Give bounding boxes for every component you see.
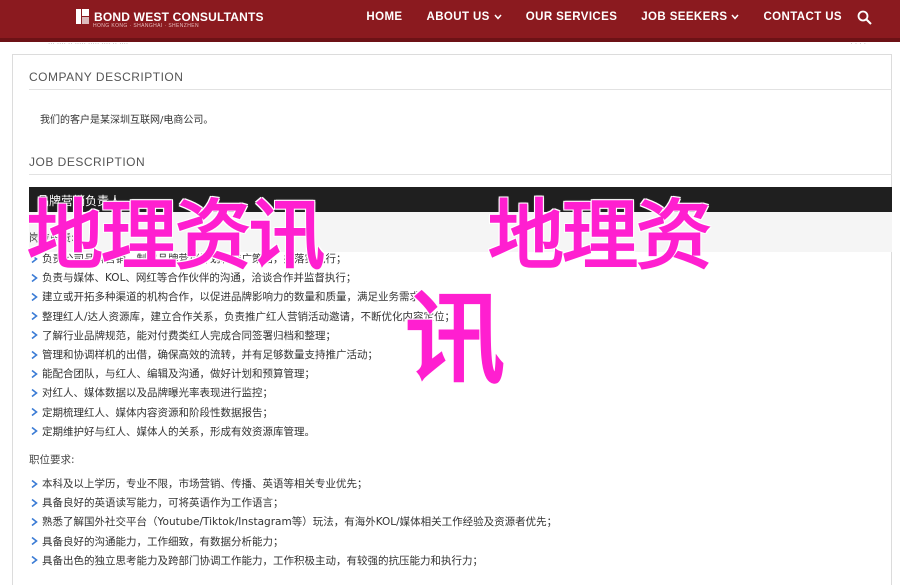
duties-list: 负责公司品牌营销，制定品牌营销计划和推广策略，并落实执行； 负责与媒体、KOL、网… [29,249,455,441]
list-item-text: 本科及以上学历，专业不限，市场营销、传播、英语等相关专业优先； [42,478,368,491]
chevron-right-icon [31,273,38,282]
list-item: 定期梳理红人、媒体内容资源和阶段性数据报告； [29,403,455,422]
divider [29,89,892,90]
list-item-text: 能配合团队，与红人、编辑及沟通，做好计划和预算管理； [42,368,315,381]
nav-contact-us-label: CONTACT US [763,11,842,23]
chevron-right-icon [31,388,38,398]
list-item: 具备良好的英语读写能力，可将英语作为工作语言； [29,493,557,512]
search-icon[interactable] [857,10,872,25]
main-nav: HOME ABOUT US OUR SERVICES JOB SEEKERS C… [366,11,842,23]
company-description-title: COMPANY DESCRIPTION [29,70,184,84]
chevron-right-icon [31,479,38,488]
list-item-text: 定期梳理红人、媒体内容资源和阶段性数据报告； [42,406,273,419]
list-item: 整理红人/达人资源库，建立合作关系，负责推广红人营销活动邀请，不断优化内容定位； [29,307,455,326]
list-item-text: 了解行业品牌规范，能对付费类红人完成合同签署归档和整理； [42,329,336,342]
chevron-right-icon [31,292,38,302]
list-item: 建立或开拓多种渠道的机构合作，以促进品牌影响力的数量和质量，满足业务需求； [29,287,455,306]
info-strip: ··· ···· ·· ····· ····· ···· ·· ···· · ·… [0,42,900,50]
nav-our-services[interactable]: OUR SERVICES [526,11,618,23]
list-item: 具备出色的独立思考能力及跨部门协调工作能力，工作积极主动，有较强的抗压能力和执行… [29,551,557,570]
list-item-text: 管理和协调样机的出借，确保高效的流转，并有足够数量支持推广活动； [42,349,378,362]
info-strip-right: · · · · [850,42,866,48]
top-navbar: BOND WEST CONSULTANTS HONG KONG · SHANGH… [0,0,900,42]
logo-text: BOND WEST CONSULTANTS [94,9,264,24]
list-item: 本科及以上学历，专业不限，市场营销、传播、英语等相关专业优先； [29,474,557,493]
chevron-down-icon [494,14,502,20]
chevron-down-icon [731,14,740,20]
chevron-right-icon [31,537,38,546]
chevron-right-icon [31,407,38,417]
nav-home[interactable]: HOME [366,11,402,23]
info-strip-left: ··· ···· ·· ····· ····· ···· ·· ···· [48,42,129,48]
list-item-text: 整理红人/达人资源库，建立合作关系，负责推广红人营销活动邀请，不断优化内容定位； [42,310,456,323]
list-item-text: 具备出色的独立思考能力及跨部门协调工作能力，工作积极主动，有较强的抗压能力和执行… [42,554,483,567]
list-item: 熟悉了解国外社交平台（Youtube/Tiktok/Instagram等）玩法，… [29,512,557,531]
list-item: 负责与媒体、KOL、网红等合作伙伴的沟通，洽谈合作并监督执行； [29,268,455,287]
list-item-text: 具备良好的英语读写能力，可将英语作为工作语言； [42,497,284,510]
chevron-right-icon [31,427,38,436]
nav-job-seekers-label: JOB SEEKERS [641,11,728,23]
nav-about-us[interactable]: ABOUT US [427,11,502,23]
list-item-text: 负责与媒体、KOL、网红等合作伙伴的沟通，洽谈合作并监督执行； [42,272,357,285]
list-item-text: 建立或开拓多种渠道的机构合作，以促进品牌影响力的数量和质量，满足业务需求； [42,291,431,304]
list-item: 对红人、媒体数据以及品牌曝光率表现进行监控； [29,383,455,402]
nav-home-label: HOME [366,11,403,23]
list-item: 管理和协调样机的出借，确保高效的流转，并有足够数量支持推广活动； [29,345,455,364]
chevron-right-icon [31,331,38,340]
list-item: 了解行业品牌规范，能对付费类红人完成合同签署归档和整理； [29,326,455,345]
list-item-text: 定期维护好与红人、媒体人的关系，形成有效资源库管理。 [42,425,315,438]
nav-our-services-label: OUR SERVICES [525,11,618,23]
nav-about-us-label: ABOUT US [426,11,490,23]
position-title-bar: 品牌营销负责人 [29,187,892,212]
chevron-right-icon [31,556,38,565]
list-item-text: 熟悉了解国外社交平台（Youtube/Tiktok/Instagram等）玩法，… [42,516,558,529]
position-title: 品牌营销负责人 [37,194,122,208]
chevron-right-icon [31,350,38,359]
list-item-text: 具备良好的沟通能力，工作细致，有数据分析能力； [42,535,284,548]
logo-mark-icon [76,9,89,24]
job-description-title: JOB DESCRIPTION [29,155,146,169]
nav-contact-us[interactable]: CONTACT US [763,11,842,23]
list-item: 能配合团队，与红人、编辑及沟通，做好计划和预算管理； [29,364,455,383]
company-description-text: 我们的客户是某深圳互联网/电商公司。 [40,115,214,126]
list-item: 定期维护好与红人、媒体人的关系，形成有效资源库管理。 [29,422,455,441]
list-item: 具备良好的沟通能力，工作细致，有数据分析能力； [29,532,557,551]
chevron-right-icon [31,517,38,527]
list-item: 负责公司品牌营销，制定品牌营销计划和推广策略，并落实执行； [29,249,455,268]
logo-subtitle: HONG KONG · SHANGHAI · SHENZHEN [93,23,200,29]
company-logo[interactable]: BOND WEST CONSULTANTS [76,9,264,24]
requirements-list: 本科及以上学历，专业不限，市场营销、传播、英语等相关专业优先； 具备良好的英语读写… [29,474,557,570]
requirements-heading: 职位要求: [29,454,75,466]
position-bar-shade [29,212,892,252]
list-item-text: 对红人、媒体数据以及品牌曝光率表现进行监控； [42,387,273,400]
divider [29,174,892,175]
chevron-right-icon [31,254,38,263]
nav-job-seekers[interactable]: JOB SEEKERS [641,11,740,23]
chevron-right-icon [31,312,38,321]
list-item-text: 负责公司品牌营销，制定品牌营销计划和推广策略，并落实执行； [42,253,347,266]
chevron-right-icon [31,498,38,507]
chevron-right-icon [31,369,38,378]
duties-heading: 岗位职责: [29,232,75,244]
